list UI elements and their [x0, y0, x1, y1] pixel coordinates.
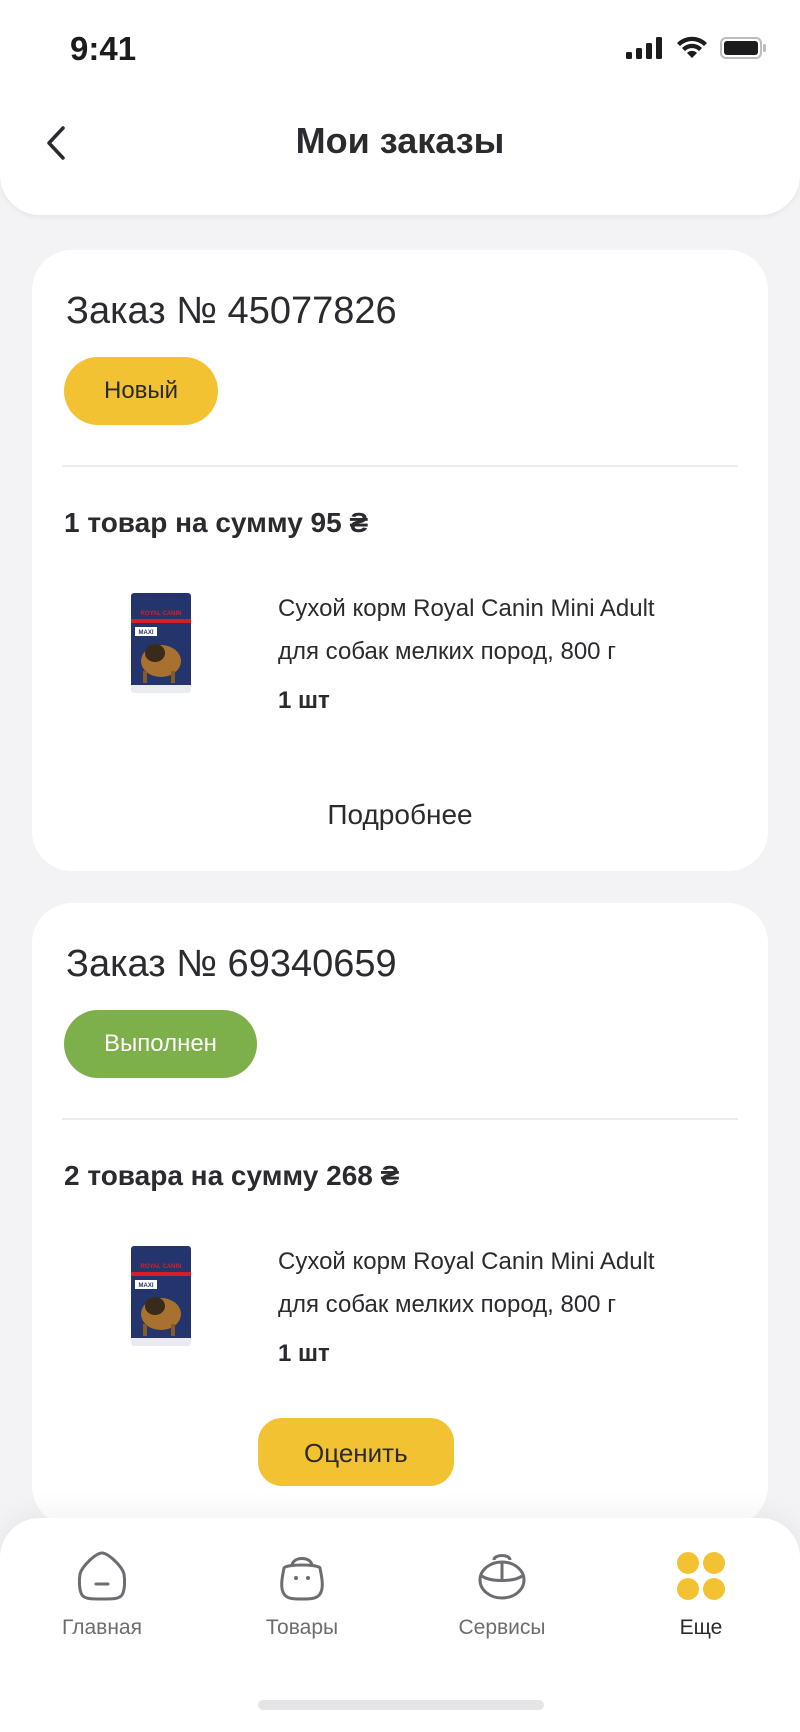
tab-label: Товары — [265, 1616, 339, 1639]
pet-carrier-icon — [478, 1554, 526, 1600]
home-indicator — [258, 1700, 544, 1710]
order-title: Заказ № 69340659 — [66, 943, 397, 985]
status-icons — [626, 36, 768, 60]
product-quantity: 1 шт — [278, 1340, 330, 1367]
package-brand: ROYAL CANIN — [140, 1264, 181, 1270]
tab-label: Сервисы — [458, 1616, 546, 1639]
order-card: Заказ № 45077826 Новый 1 товар на сумму … — [32, 250, 768, 871]
product-image: ROYAL CANIN MAXI — [96, 593, 226, 723]
divider — [62, 465, 738, 467]
signal-icon — [626, 37, 662, 59]
status-badge: Выполнен — [64, 1010, 257, 1078]
package-brand: ROYAL CANIN — [140, 611, 181, 617]
tab-products[interactable]: Товары — [227, 1548, 377, 1640]
tab-label: Главная — [62, 1616, 142, 1639]
product-info: Сухой корм Royal Canin Mini Adult для со… — [278, 587, 698, 723]
product-name: Сухой корм Royal Canin Mini Adult для со… — [278, 1248, 655, 1318]
tab-home[interactable]: Главная — [27, 1548, 177, 1640]
header: 9:41 Мои заказы — [0, 0, 800, 215]
product-image: ROYAL CANIN MAXI — [96, 1246, 226, 1376]
orders-list: Заказ № 45077826 Новый 1 товар на сумму … — [32, 250, 768, 1558]
battery-icon — [720, 37, 766, 59]
product-info: Сухой корм Royal Canin Mini Adult для со… — [278, 1240, 698, 1376]
order-summary: 1 товар на сумму 95 ₴ — [64, 507, 369, 538]
rate-button[interactable]: Оценить — [258, 1418, 454, 1486]
divider — [62, 1118, 738, 1120]
page-title: Мои заказы — [295, 120, 505, 161]
product-name: Сухой корм Royal Canin Mini Adult для со… — [278, 595, 655, 665]
product-item[interactable]: ROYAL CANIN MAXI Сухой корм Royal Canin … — [64, 587, 736, 723]
order-summary: 2 товара на сумму 268 ₴ — [64, 1160, 400, 1191]
order-title: Заказ № 45077826 — [66, 290, 397, 332]
product-quantity: 1 шт — [278, 687, 330, 714]
package-variant: MAXI — [139, 630, 154, 636]
home-icon — [77, 1551, 127, 1601]
order-card: Заказ № 69340659 Выполнен 2 товара на су… — [32, 903, 768, 1526]
tab-services[interactable]: Сервисы — [427, 1548, 577, 1640]
status-badge: Новый — [64, 357, 219, 425]
dog-food-package-icon: ROYAL CANIN MAXI — [131, 1246, 191, 1346]
bag-icon — [280, 1557, 324, 1601]
details-link[interactable]: Подробнее — [64, 799, 736, 831]
wifi-icon — [677, 36, 707, 58]
product-item[interactable]: ROYAL CANIN MAXI Сухой корм Royal Canin … — [64, 1240, 736, 1376]
tab-label: Еще — [679, 1616, 723, 1639]
dog-food-package-icon: ROYAL CANIN MAXI — [131, 593, 191, 693]
status-time: 9:41 — [70, 30, 137, 67]
tab-more[interactable]: Еще — [626, 1548, 776, 1640]
package-variant: MAXI — [139, 1283, 154, 1289]
more-dots-icon — [677, 1552, 725, 1600]
